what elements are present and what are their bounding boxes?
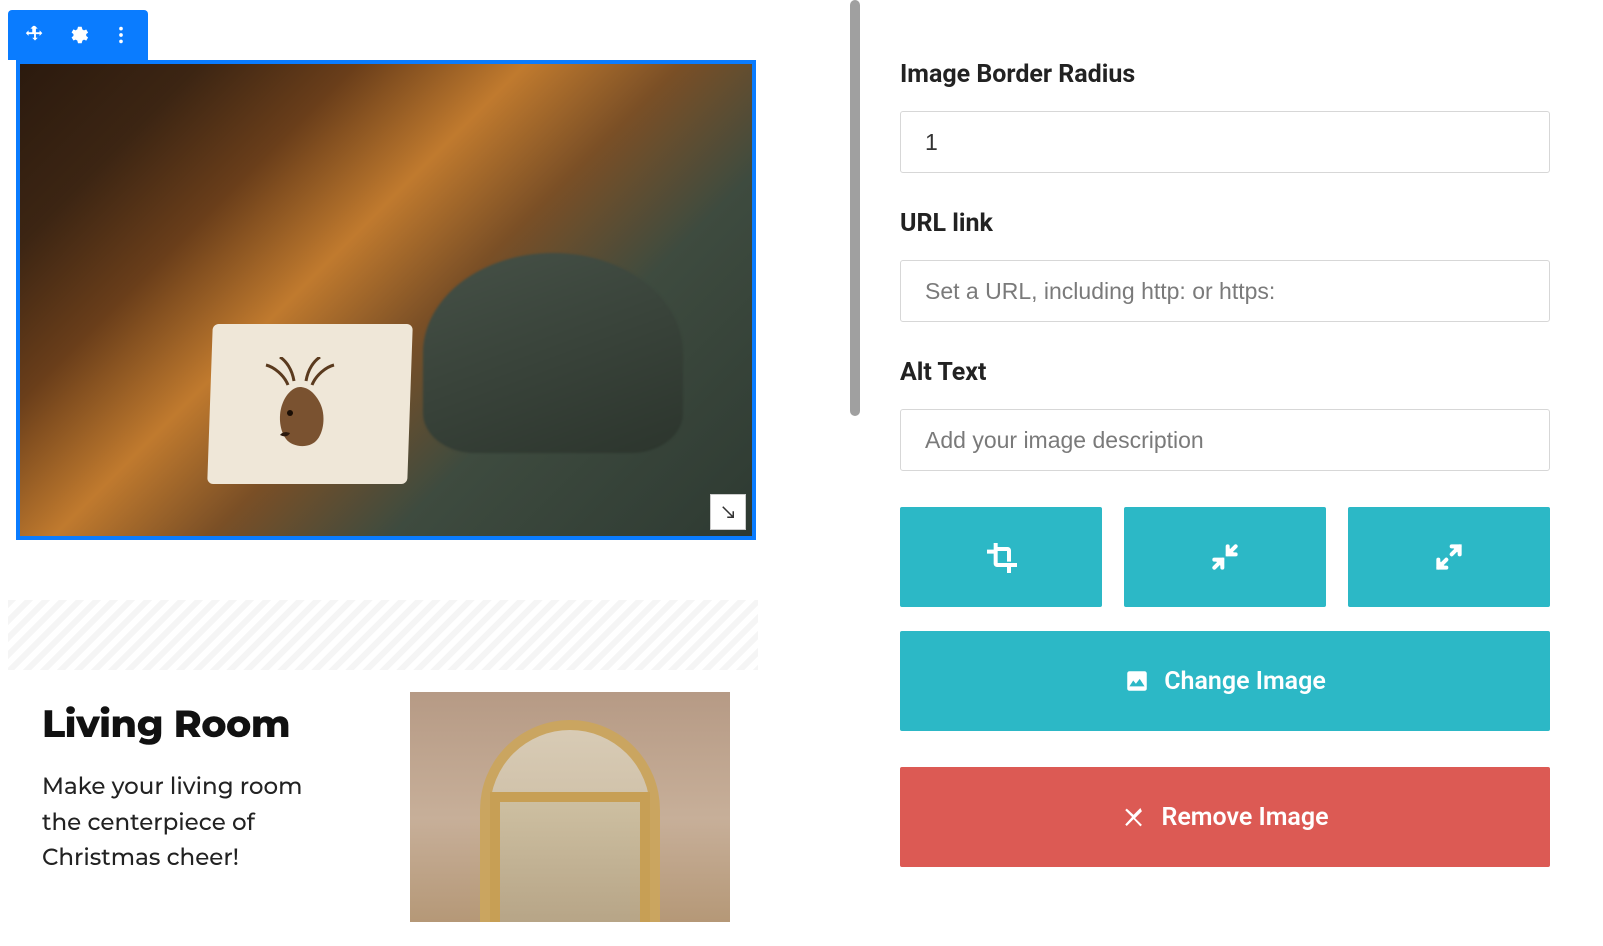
living-room-title: Living Room: [42, 700, 344, 747]
gear-icon: [67, 24, 89, 46]
section-divider: [8, 600, 758, 670]
living-room-body: Make your living room the centerpiece of…: [42, 769, 344, 876]
crop-button[interactable]: [900, 507, 1102, 607]
mirror-image-preview: [410, 692, 730, 922]
border-radius-input[interactable]: [900, 111, 1550, 173]
more-vert-icon: [110, 24, 132, 46]
living-room-card[interactable]: Living Room Make your living room the ce…: [24, 672, 362, 932]
url-link-label: URL link: [900, 209, 1550, 238]
hero-image-preview: [20, 64, 752, 536]
move-icon: [24, 24, 46, 46]
change-image-label: Change Image: [1164, 667, 1326, 696]
border-radius-label: Image Border Radius: [900, 60, 1550, 89]
close-icon: [1121, 804, 1147, 830]
resize-handle-se[interactable]: [710, 494, 746, 530]
crop-icon: [985, 541, 1017, 573]
url-link-field: URL link: [900, 209, 1550, 322]
image-tool-row: [900, 507, 1550, 607]
vertical-scrollbar[interactable]: [850, 0, 860, 416]
alt-text-field: Alt Text: [900, 358, 1550, 471]
border-radius-field: Image Border Radius: [900, 60, 1550, 173]
expand-icon: [1433, 541, 1465, 573]
remove-image-label: Remove Image: [1161, 803, 1328, 832]
alt-text-label: Alt Text: [900, 358, 1550, 387]
deer-illustration: [240, 357, 360, 477]
change-image-button[interactable]: Change Image: [900, 631, 1550, 731]
element-toolbar: [8, 10, 148, 60]
alt-text-input[interactable]: [900, 409, 1550, 471]
property-panel: Image Border Radius URL link Alt Text Ch…: [900, 0, 1550, 903]
more-options-button[interactable]: [103, 17, 139, 53]
settings-button[interactable]: [60, 17, 96, 53]
compress-icon: [1209, 541, 1241, 573]
remove-image-button[interactable]: Remove Image: [900, 767, 1550, 867]
expand-button[interactable]: [1348, 507, 1550, 607]
url-link-input[interactable]: [900, 260, 1550, 322]
shrink-button[interactable]: [1124, 507, 1326, 607]
selected-image[interactable]: [16, 60, 756, 540]
secondary-image-card[interactable]: [390, 672, 750, 946]
resize-se-icon: [719, 503, 737, 521]
editor-canvas: Living Room Make your living room the ce…: [0, 0, 770, 946]
image-icon: [1124, 668, 1150, 694]
move-handle[interactable]: [17, 17, 53, 53]
